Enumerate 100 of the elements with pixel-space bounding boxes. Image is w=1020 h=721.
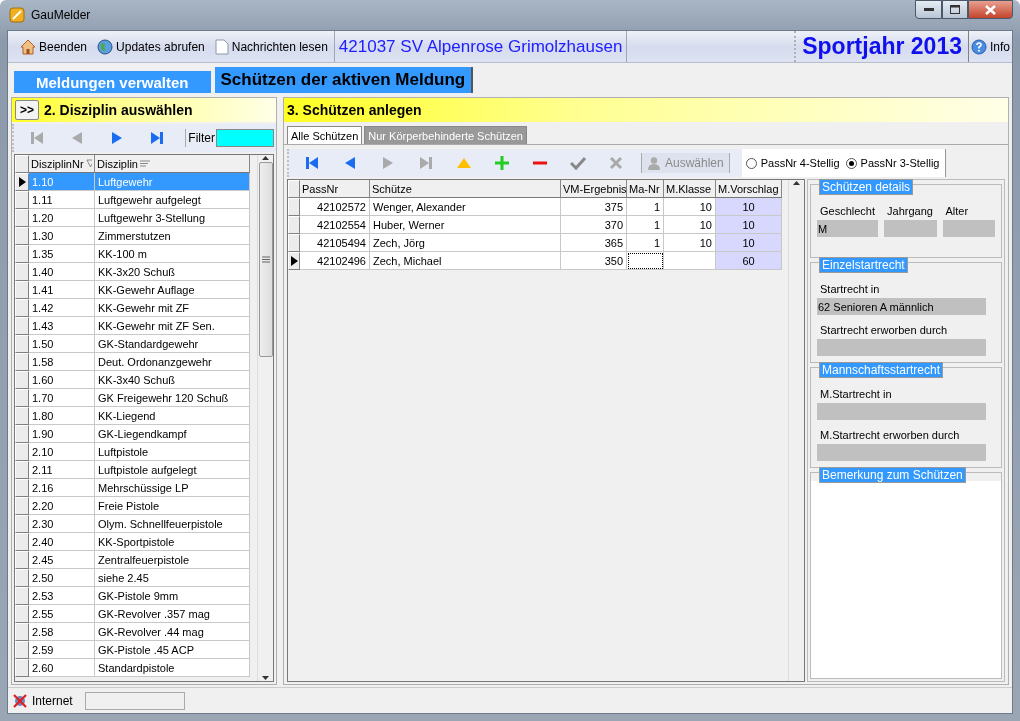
table-cell[interactable]: 1.35 <box>29 245 95 263</box>
expand-button[interactable]: >> <box>15 100 39 120</box>
table-cell[interactable]: 2.10 <box>29 443 95 461</box>
table-cell[interactable]: 2.20 <box>29 497 95 515</box>
column-header[interactable]: M.Vorschlag <box>716 180 782 198</box>
table-cell[interactable]: KK-Liegend <box>95 407 250 425</box>
table-cell[interactable]: 10 <box>716 198 782 216</box>
table-cell[interactable]: 1.60 <box>29 371 95 389</box>
table-cell[interactable]: Luftgewehr aufgelegt <box>95 191 250 209</box>
table-cell[interactable]: 60 <box>716 252 782 270</box>
filter-input[interactable] <box>216 129 274 147</box>
toolbar-button[interactable]: Nachrichten lesen <box>212 36 330 57</box>
table-cell[interactable]: GK-Liegendkampf <box>95 425 250 443</box>
table-cell[interactable]: Huber, Werner <box>370 216 561 234</box>
table-cell[interactable]: Zech, Michael <box>370 252 561 270</box>
table-cell[interactable]: 1.80 <box>29 407 95 425</box>
table-cell[interactable]: Luftpistole <box>95 443 250 461</box>
table-cell[interactable]: 1.70 <box>29 389 95 407</box>
table-cell[interactable]: Deut. Ordonanzgewehr <box>95 353 250 371</box>
scroll-down-icon[interactable] <box>262 676 269 681</box>
table-cell[interactable] <box>627 252 664 270</box>
table-cell[interactable]: 1.50 <box>29 335 95 353</box>
table-cell[interactable]: GK-Revolver .357 mag <box>95 605 250 623</box>
table-cell[interactable]: 2.53 <box>29 587 95 605</box>
table-cell[interactable]: KK-Sportpistole <box>95 533 250 551</box>
column-header[interactable]: Disziplin <box>95 155 250 173</box>
table-cell[interactable]: 2.16 <box>29 479 95 497</box>
table-cell[interactable]: GK-Pistole .45 ACP <box>95 641 250 659</box>
table-cell[interactable]: Zentralfeuerpistole <box>95 551 250 569</box>
table-cell[interactable]: 10 <box>664 234 716 252</box>
table-cell[interactable]: KK-Gewehr mit ZF Sen. <box>95 317 250 335</box>
table-cell[interactable]: 1.30 <box>29 227 95 245</box>
minimize-button[interactable] <box>915 0 942 19</box>
close-button[interactable] <box>968 0 1013 19</box>
table-cell[interactable]: Standardpistole <box>95 659 250 677</box>
table-cell[interactable]: Freie Pistole <box>95 497 250 515</box>
table-cell[interactable]: 1.20 <box>29 209 95 227</box>
tab[interactable]: Alle Schützen <box>287 126 363 144</box>
column-header[interactable]: Ma-Nr <box>627 180 664 198</box>
table-cell[interactable]: 1 <box>627 234 664 252</box>
scroll-up-icon[interactable] <box>793 180 800 185</box>
table-cell[interactable]: 2.11 <box>29 461 95 479</box>
table-cell[interactable]: siehe 2.45 <box>95 569 250 587</box>
column-header[interactable]: VM-Ergebnis <box>561 180 627 198</box>
table-cell[interactable]: 2.30 <box>29 515 95 533</box>
table-cell[interactable]: 1.42 <box>29 299 95 317</box>
table-cell[interactable]: 375 <box>561 198 627 216</box>
table-cell[interactable]: 1 <box>627 216 664 234</box>
toolbar-button[interactable]: Beenden <box>18 36 90 57</box>
table-cell[interactable]: Luftpistole aufgelegt <box>95 461 250 479</box>
table-cell[interactable]: 10 <box>716 234 782 252</box>
table-cell[interactable]: KK-100 m <box>95 245 250 263</box>
row-header[interactable] <box>15 173 29 191</box>
scroll-up-icon[interactable] <box>262 155 269 160</box>
toolbar-button[interactable]: Updates abrufen <box>95 36 207 57</box>
table-cell[interactable]: Mehrschüssige LP <box>95 479 250 497</box>
main-tab[interactable]: Schützen der aktiven Meldung <box>214 67 474 93</box>
info-button[interactable]: Info <box>969 31 1012 62</box>
table-cell[interactable]: KK-3x40 Schuß <box>95 371 250 389</box>
table-cell[interactable]: 1.40 <box>29 263 95 281</box>
table-cell[interactable]: 42102554 <box>300 216 370 234</box>
table-cell[interactable]: Olym. Schnellfeuerpistole <box>95 515 250 533</box>
scrollbar[interactable] <box>257 155 273 681</box>
table-cell[interactable]: 10 <box>716 216 782 234</box>
table-cell[interactable]: 2.55 <box>29 605 95 623</box>
table-cell[interactable]: 1.11 <box>29 191 95 209</box>
table-cell[interactable]: 1.58 <box>29 353 95 371</box>
row-header[interactable] <box>288 252 300 270</box>
table-cell[interactable]: 42102496 <box>300 252 370 270</box>
table-cell[interactable]: 10 <box>664 216 716 234</box>
table-cell[interactable]: 1.43 <box>29 317 95 335</box>
column-header[interactable]: DisziplinNr <box>29 155 95 173</box>
table-cell[interactable]: 1.90 <box>29 425 95 443</box>
column-header[interactable]: Schütze <box>370 180 561 198</box>
table-cell[interactable]: 370 <box>561 216 627 234</box>
table-cell[interactable]: KK-Gewehr mit ZF <box>95 299 250 317</box>
table-cell[interactable]: 2.40 <box>29 533 95 551</box>
radio-option[interactable]: PassNr 3-Stellig <box>845 157 940 169</box>
table-cell[interactable]: 2.58 <box>29 623 95 641</box>
table-cell[interactable]: KK-Gewehr Auflage <box>95 281 250 299</box>
table-cell[interactable] <box>664 252 716 270</box>
table-cell[interactable]: 2.50 <box>29 569 95 587</box>
table-cell[interactable]: GK Freigewehr 120 Schuß <box>95 389 250 407</box>
table-cell[interactable]: Zech, Jörg <box>370 234 561 252</box>
radio-option[interactable]: PassNr 4-Stellig <box>745 157 840 169</box>
table-cell[interactable]: 2.59 <box>29 641 95 659</box>
table-cell[interactable]: 42105494 <box>300 234 370 252</box>
column-header[interactable]: M.Klasse <box>664 180 716 198</box>
table-cell[interactable]: GK-Pistole 9mm <box>95 587 250 605</box>
table-cell[interactable]: Wenger, Alexander <box>370 198 561 216</box>
table-cell[interactable]: 10 <box>664 198 716 216</box>
table-cell[interactable]: Zimmerstutzen <box>95 227 250 245</box>
table-cell[interactable]: GK-Standardgewehr <box>95 335 250 353</box>
table-cell[interactable]: Luftgewehr 3-Stellung <box>95 209 250 227</box>
table-cell[interactable]: 1.41 <box>29 281 95 299</box>
maximize-button[interactable] <box>942 0 968 19</box>
column-header[interactable]: PassNr <box>300 180 370 198</box>
table-cell[interactable]: 365 <box>561 234 627 252</box>
table-cell[interactable]: 42102572 <box>300 198 370 216</box>
table-cell[interactable]: 2.45 <box>29 551 95 569</box>
